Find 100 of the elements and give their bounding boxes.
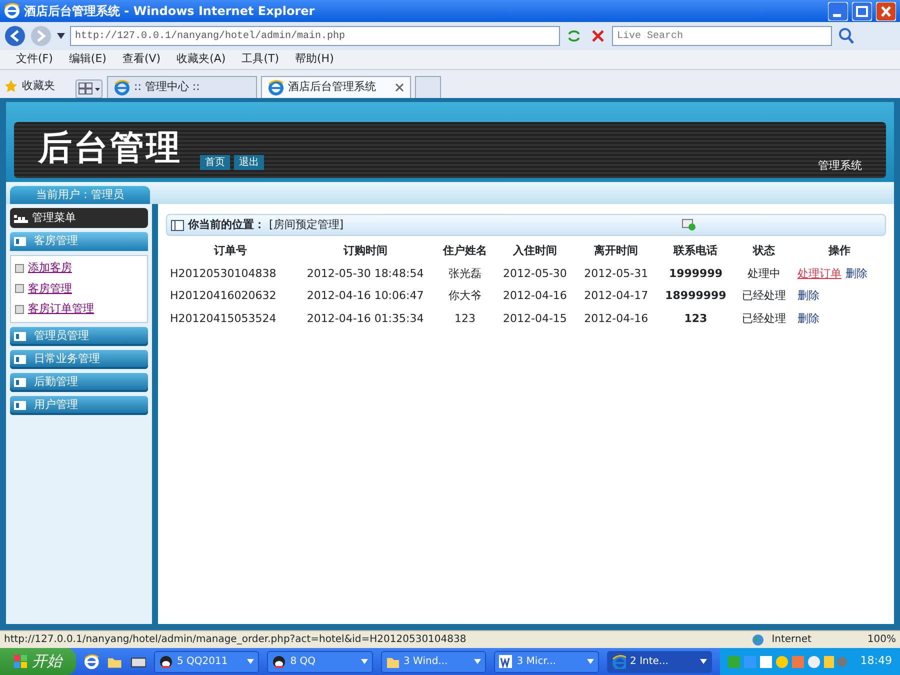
globe-icon: [752, 634, 764, 646]
table-cell-text: 已经处理: [741, 288, 788, 304]
table-cell-text: 已经处理: [741, 310, 788, 326]
close-icon[interactable]: [395, 83, 404, 92]
column-header: 联系电话: [672, 243, 719, 259]
column-header: 订购时间: [342, 243, 388, 259]
dropdown-icon[interactable]: [56, 32, 66, 40]
back-icon[interactable]: [4, 25, 26, 47]
table-cell-text: 123: [683, 310, 708, 326]
taskbar-button[interactable]: 2 Inte...: [607, 650, 712, 672]
search-icon[interactable]: [836, 26, 856, 46]
banner-subtitle: 管理系统: [818, 158, 862, 174]
taskbar-button[interactable]: 3 Wind...: [380, 650, 486, 672]
zoom-button[interactable]: 100%: [867, 632, 896, 647]
table-cell-text: 2012-04-16 01:35:34: [306, 310, 425, 326]
browser-icon: [4, 3, 20, 19]
keyboard-icon[interactable]: [130, 656, 146, 668]
penguin-icon: [272, 654, 286, 668]
banner-button[interactable]: 退出: [234, 155, 264, 170]
delete-link[interactable]: 删除: [845, 266, 868, 280]
search-field[interactable]: Live Search: [612, 26, 832, 46]
column-header: 住户姓名: [442, 243, 488, 259]
banner-title: 后台管理: [38, 127, 182, 170]
table-cell-text: 1999999: [668, 266, 724, 282]
favorites-button[interactable]: 收藏夹: [22, 78, 55, 94]
browser-icon: [114, 80, 130, 96]
taskbar-button[interactable]: 8 QQ: [267, 650, 372, 672]
table-cell-text: 处理中: [746, 266, 782, 282]
column-header: 状态: [752, 243, 776, 259]
table-cell-text: 2012-04-16: [583, 310, 650, 326]
menu-item[interactable]: 工具(T): [242, 51, 279, 68]
table-cell-text: 张光磊: [448, 266, 483, 282]
minimize-icon[interactable]: [828, 2, 848, 20]
table-cell-text: 2012-05-31: [583, 266, 650, 282]
submenu-link[interactable]: 添加客房: [28, 260, 72, 276]
submenu-link[interactable]: 客房管理: [28, 280, 72, 297]
document-icon: [498, 654, 513, 668]
table-cell-text: 2012-05-30: [502, 266, 568, 282]
address-field[interactable]: http://127.0.0.1/nanyang/hotel/admin/main.php: [70, 26, 560, 46]
table-cell-text: 2012-04-16: [502, 288, 568, 304]
menu-item[interactable]: 帮助(H): [295, 51, 334, 68]
book-icon: [14, 237, 26, 246]
table-cell-text: 2012-04-16 10:06:47: [306, 288, 425, 304]
status-text: http://127.0.0.1/nanyang/hotel/admin/manage_order.php?act=hotel&id=H20120530104838: [4, 633, 468, 647]
column-header: 离开时间: [593, 243, 640, 259]
column-header: 订单号: [212, 243, 248, 259]
window-title: 酒店后台管理系统 - Windows Internet Explorer: [24, 3, 316, 20]
menu-header: 管理菜单: [10, 208, 148, 228]
table-cell-text: 18999999: [664, 288, 728, 304]
panel-icon: [171, 220, 184, 230]
menu-item[interactable]: 收藏夹(A): [176, 51, 226, 68]
menu-item[interactable]: 查看(V): [122, 51, 161, 68]
add-icon[interactable]: [682, 219, 696, 231]
table-cell-text: 123: [454, 310, 477, 326]
penguin-icon: [158, 654, 173, 668]
user-label: 当前用户：管理员: [10, 186, 150, 204]
column-header: 操作: [827, 243, 852, 259]
page-icon: [15, 304, 24, 314]
page-icon: [15, 284, 24, 294]
table-cell-text: H20120415053524: [169, 310, 278, 326]
column-header: 入住时间: [512, 243, 558, 259]
table-cell-text: 2012-04-17: [583, 288, 650, 304]
table-cell-text: H20120530104838: [169, 266, 278, 282]
maximize-icon[interactable]: [852, 2, 872, 20]
table-cell-text: 2012-04-15: [502, 310, 568, 326]
caret-icon: [474, 659, 481, 664]
caret-icon: [360, 659, 368, 664]
delete-link[interactable]: 删除: [797, 312, 820, 324]
book-icon: [14, 332, 26, 340]
book-icon: [14, 354, 26, 364]
banner-button[interactable]: 首页: [200, 155, 230, 170]
taskbar-button[interactable]: 3 Micr...: [494, 650, 600, 672]
process-link[interactable]: 处理订单: [797, 266, 842, 280]
table-cell-text: 你大爷: [448, 288, 483, 304]
table-cell-text: H20120416020632: [169, 288, 278, 304]
browser-icon: [268, 80, 284, 96]
location-text: [房间预定管理]: [269, 216, 344, 233]
submenu-link[interactable]: 客房订单管理: [28, 301, 94, 318]
caret-icon: [587, 659, 594, 664]
browser-tab[interactable]: :: 管理中心 ::: [107, 76, 257, 98]
clock-text: 18:49: [860, 653, 892, 670]
windows-icon: [14, 654, 28, 668]
browser-icon[interactable]: [84, 654, 100, 670]
caret-icon: [247, 659, 254, 664]
menu-item[interactable]: 文件(F): [16, 51, 53, 68]
book-icon: [14, 400, 26, 410]
taskbar-button[interactable]: 5 QQ2011: [154, 650, 260, 672]
page-icon: [15, 264, 24, 273]
star-icon: [4, 78, 18, 93]
tab-list-icon[interactable]: [75, 78, 103, 98]
grid-icon: [14, 213, 28, 223]
caret-icon: [700, 659, 708, 664]
browser-tab[interactable]: 酒店后台管理系统: [261, 76, 411, 98]
zone-text: Internet: [772, 633, 812, 647]
browser-icon: [612, 654, 626, 668]
book-icon: [14, 378, 26, 386]
table-cell-text: 2012-05-30 18:48:54: [306, 266, 425, 282]
delete-link[interactable]: 删除: [797, 289, 820, 302]
menu-item[interactable]: 编辑(E): [68, 51, 106, 68]
location-label: 你当前的位置：: [188, 216, 265, 233]
